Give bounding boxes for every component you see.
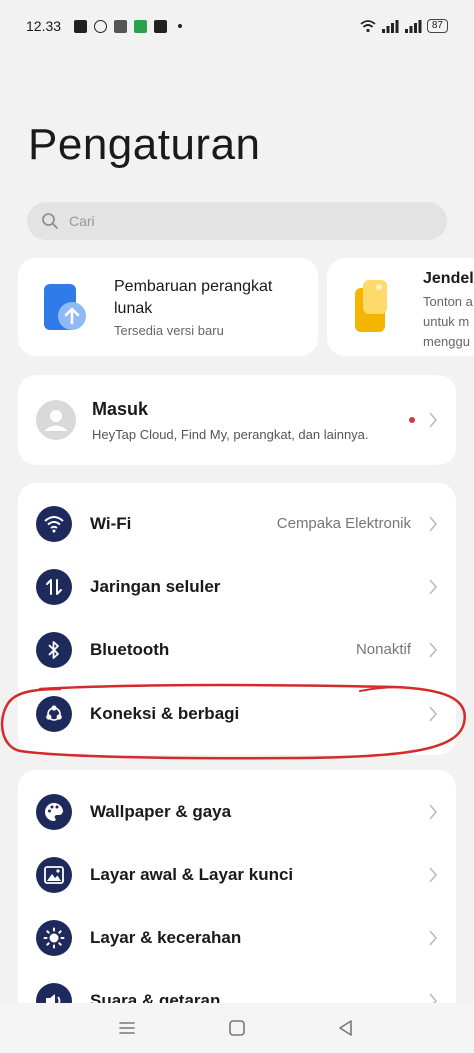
chevron-right-icon xyxy=(429,929,438,946)
app-notification-icon xyxy=(114,19,128,33)
search-input[interactable] xyxy=(69,213,409,229)
search-bar[interactable] xyxy=(27,202,447,240)
recent-apps-icon[interactable] xyxy=(117,1018,137,1038)
row-label: Jaringan seluler xyxy=(90,576,221,596)
image-icon xyxy=(36,856,72,893)
chevron-right-icon xyxy=(429,578,438,595)
settings-row-wallpaper[interactable]: Wallpaper & gaya xyxy=(18,780,456,843)
search-icon xyxy=(42,213,58,229)
check-notification-icon xyxy=(94,19,108,33)
page-title: Pengaturan xyxy=(28,120,261,169)
chevron-right-icon xyxy=(429,705,438,722)
chevron-right-icon xyxy=(429,641,438,658)
status-left: 12.33 xyxy=(26,18,183,34)
row-label: Koneksi & berbagi xyxy=(90,703,240,723)
window-feature-card[interactable]: Jendela Tonton a untuk m menggu xyxy=(327,258,474,356)
chevron-right-icon xyxy=(429,866,438,883)
settings-row-wifi[interactable]: Wi-Fi Cempaka Elektronik xyxy=(18,492,456,555)
settings-row-display-brightness[interactable]: Layar & kecerahan xyxy=(18,906,456,969)
more-notifications-dot xyxy=(178,24,183,28)
notification-dot xyxy=(409,417,415,423)
palette-icon xyxy=(36,793,72,830)
row-label: Wallpaper & gaya xyxy=(90,801,232,821)
chevron-right-icon xyxy=(429,803,438,820)
wifi-signal-icon xyxy=(360,19,376,32)
row-label: Bluetooth xyxy=(90,639,170,659)
account-subtitle: HeyTap Cloud, Find My, perangkat, dan la… xyxy=(92,427,369,442)
window-title: Jendela xyxy=(423,270,474,287)
window-feature-icon xyxy=(355,280,387,332)
brightness-icon xyxy=(36,919,72,956)
connectivity-group: Wi-Fi Cempaka Elektronik Jaringan selule… xyxy=(18,483,456,755)
settings-row-connection-sharing[interactable]: Koneksi & berbagi xyxy=(18,682,456,745)
row-value: Cempaka Elektronik xyxy=(276,515,411,532)
settings-row-home-lock-screen[interactable]: Layar awal & Layar kunci xyxy=(18,843,456,906)
window-sub-line2: untuk m xyxy=(423,314,470,329)
settings-row-mobile-network[interactable]: Jaringan seluler xyxy=(18,555,456,618)
window-sub-line3: menggu xyxy=(423,334,470,349)
cell-signal-1-icon xyxy=(381,19,399,33)
status-right: 87 xyxy=(360,19,448,33)
chevron-right-icon xyxy=(429,515,438,532)
row-label: Wi-Fi xyxy=(90,513,132,533)
window-sub-line1: Tonton a xyxy=(423,294,473,309)
update-title-line1: Pembaruan perangkat xyxy=(114,278,273,295)
status-bar: 12.33 87 xyxy=(0,0,474,52)
green-app-notification-icon xyxy=(134,19,148,33)
software-update-card[interactable]: Pembaruan perangkat lunak Tersedia versi… xyxy=(18,258,318,356)
mobile-data-icon xyxy=(36,568,72,605)
bluetooth-icon xyxy=(36,631,72,668)
chevron-right-icon xyxy=(429,412,438,428)
linkedin-notification-icon xyxy=(154,19,168,33)
update-title-line2: lunak xyxy=(114,300,153,317)
avatar-icon xyxy=(36,400,76,440)
account-title: Masuk xyxy=(92,399,149,419)
wifi-icon xyxy=(36,505,72,542)
share-icon xyxy=(36,695,72,732)
cell-signal-2-icon xyxy=(404,19,422,33)
row-value: Nonaktif xyxy=(355,641,411,658)
battery-indicator: 87 xyxy=(426,19,448,33)
back-icon[interactable] xyxy=(336,1018,356,1038)
update-subtitle: Tersedia versi baru xyxy=(114,323,224,338)
account-signin-card[interactable]: Masuk HeyTap Cloud, Find My, perangkat, … xyxy=(18,375,456,465)
system-update-icon xyxy=(44,284,86,330)
home-icon[interactable] xyxy=(227,1018,247,1038)
shop-notification-icon xyxy=(74,19,88,33)
row-label: Layar awal & Layar kunci xyxy=(90,864,294,884)
settings-row-bluetooth[interactable]: Bluetooth Nonaktif xyxy=(18,618,456,681)
status-time: 12.33 xyxy=(26,18,62,34)
navigation-bar xyxy=(0,1003,474,1053)
row-label: Layar & kecerahan xyxy=(90,927,242,947)
